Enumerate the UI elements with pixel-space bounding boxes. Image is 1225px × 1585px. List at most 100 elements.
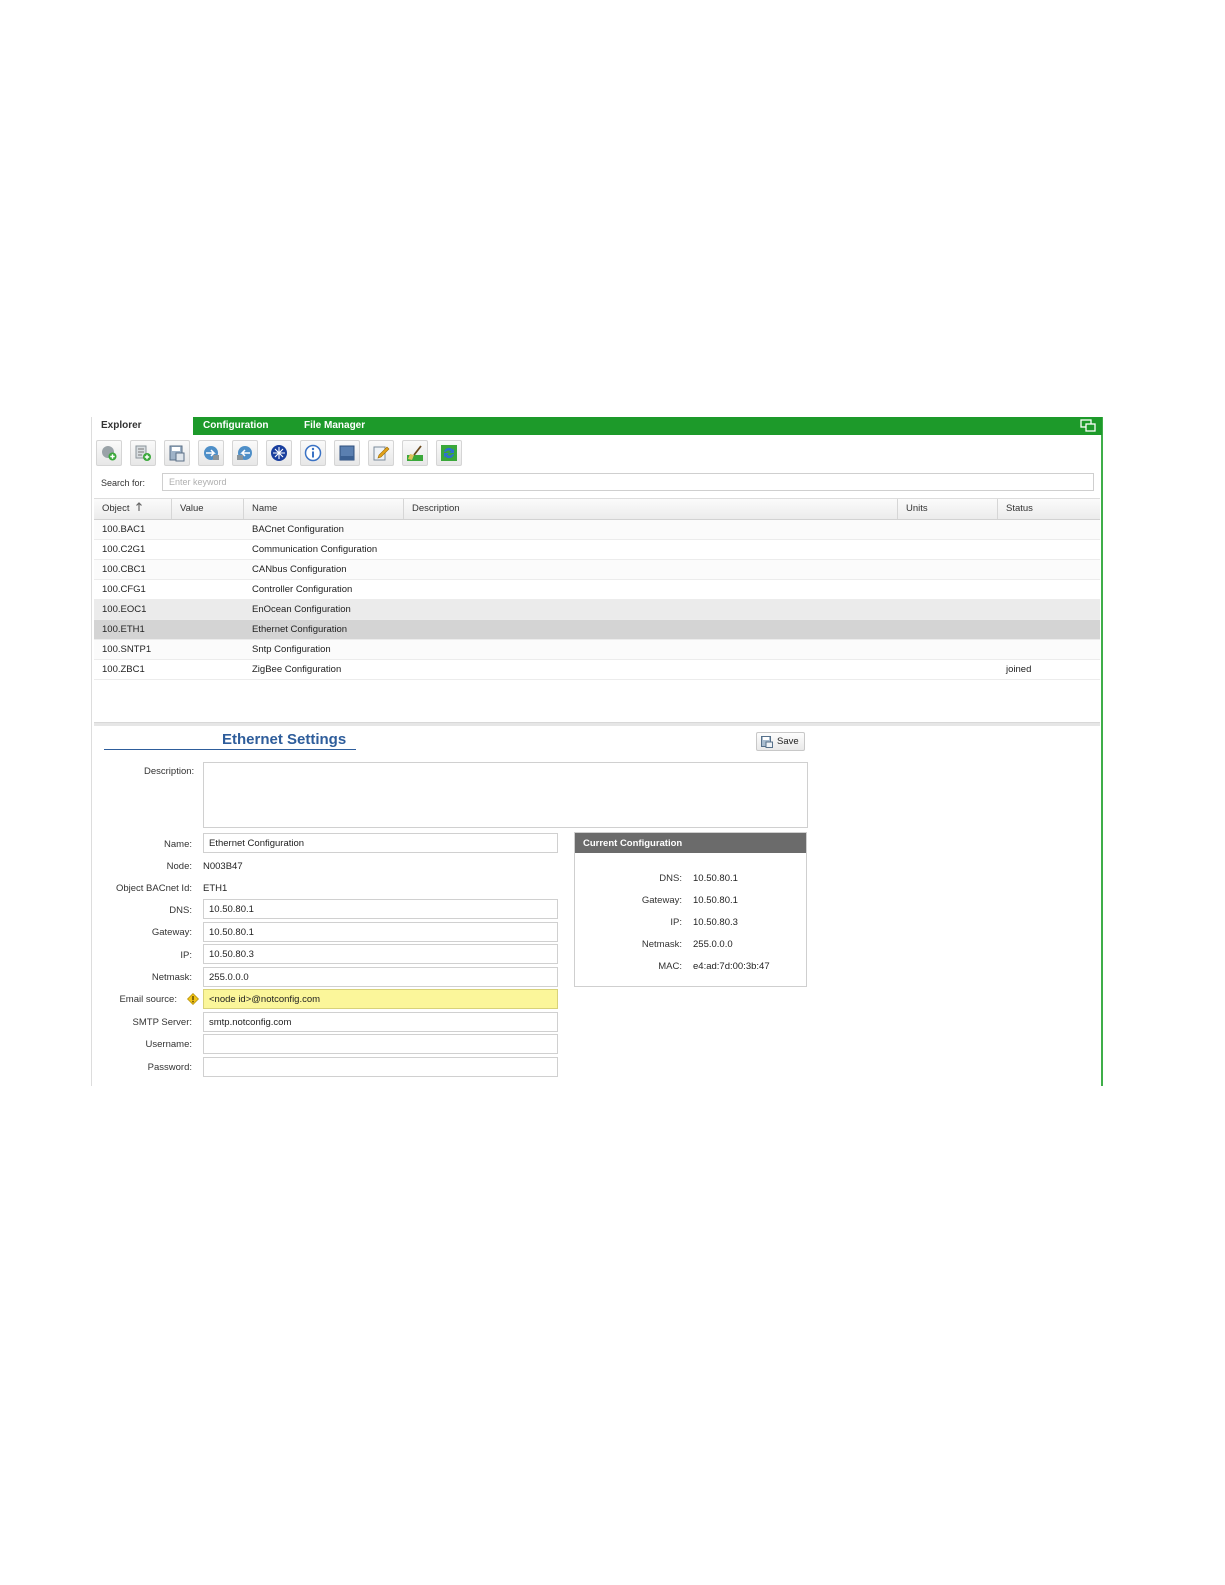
cell-value — [172, 560, 244, 579]
current-ip-value: 10.50.80.3 — [693, 917, 738, 928]
current-netmask-value: 255.0.0.0 — [693, 939, 733, 950]
cell-description — [404, 620, 898, 639]
gateway-field[interactable] — [203, 922, 558, 942]
save-button[interactable]: Save — [756, 732, 805, 751]
cell-description — [404, 560, 898, 579]
cell-name: Sntp Configuration — [252, 644, 331, 655]
clean-button[interactable] — [402, 440, 428, 466]
column-header-status[interactable]: Status — [998, 499, 1100, 519]
grid-header: Object Value Name Description Units Stat… — [94, 498, 1100, 520]
cell-value — [172, 580, 244, 599]
cell-description — [404, 660, 898, 679]
refresh-button[interactable] — [436, 440, 462, 466]
username-field[interactable] — [203, 1034, 558, 1054]
tab-configuration[interactable]: Configuration — [203, 417, 269, 435]
cell-description — [404, 640, 898, 659]
gateway-label: Gateway: — [151, 927, 192, 938]
clean-icon — [407, 445, 423, 461]
dns-label: DNS: — [169, 905, 192, 916]
cell-name: Controller Configuration — [252, 584, 353, 595]
table-row[interactable]: 100.CFG1 Controller Configuration — [94, 580, 1100, 600]
network-icon — [271, 445, 287, 461]
download-button[interactable] — [198, 440, 224, 466]
object-grid: Object Value Name Description Units Stat… — [94, 498, 1100, 680]
title-underline — [104, 749, 356, 750]
panel-button[interactable] — [334, 440, 360, 466]
add-list-button[interactable] — [130, 440, 156, 466]
add-object-button[interactable] — [96, 440, 122, 466]
description-field[interactable] — [203, 762, 808, 828]
current-dns-value: 10.50.80.1 — [693, 873, 738, 884]
current-gateway-label: Gateway: — [641, 895, 682, 906]
column-header-object[interactable]: Object — [94, 499, 172, 519]
current-mac-label: MAC: — [658, 961, 682, 972]
cell-units — [898, 620, 998, 639]
table-row[interactable]: 100.EOC1 EnOcean Configuration — [94, 600, 1100, 620]
current-config-title: Current Configuration — [575, 833, 806, 853]
warning-icon[interactable] — [187, 993, 199, 1005]
cell-status — [998, 520, 1100, 539]
table-row-selected[interactable]: 100.ETH1 Ethernet Configuration — [94, 620, 1100, 640]
node-value: N003B47 — [203, 861, 243, 872]
cell-name: Communication Configuration — [252, 544, 378, 555]
current-gateway-value: 10.50.80.1 — [693, 895, 738, 906]
cell-object: 100.EOC1 — [102, 604, 147, 615]
table-row[interactable]: 100.CBC1 CANbus Configuration — [94, 560, 1100, 580]
node-label: Node: — [166, 861, 192, 872]
current-netmask-label: Netmask: — [641, 939, 682, 950]
save-disk-button[interactable] — [164, 440, 190, 466]
cell-object: 100.CFG1 — [102, 584, 146, 595]
dns-field[interactable] — [203, 899, 558, 919]
settings-title: Ethernet Settings — [222, 731, 347, 748]
column-header-description[interactable]: Description — [404, 499, 898, 519]
name-field[interactable] — [203, 833, 558, 853]
table-row[interactable]: 100.C2G1 Communication Configuration — [94, 540, 1100, 560]
search-label: Search for: — [101, 478, 146, 488]
grid-body: 100.BAC1 BACnet Configuration 100.C2G1 C… — [94, 520, 1100, 680]
smtp-server-field[interactable] — [203, 1012, 558, 1032]
cell-status — [998, 540, 1100, 559]
table-row[interactable]: 100.BAC1 BACnet Configuration — [94, 520, 1100, 540]
info-button[interactable] — [300, 440, 326, 466]
password-field[interactable] — [203, 1057, 558, 1077]
cell-name: ZigBee Configuration — [252, 664, 342, 675]
column-header-value[interactable]: Value — [172, 499, 244, 519]
upload-button[interactable] — [232, 440, 258, 466]
cell-units — [898, 540, 998, 559]
edit-button[interactable] — [368, 440, 394, 466]
email-source-field[interactable] — [203, 989, 558, 1009]
netmask-label: Netmask: — [151, 972, 192, 983]
window-toggle-icon[interactable] — [1080, 419, 1096, 432]
current-dns-label: DNS: — [659, 873, 682, 884]
password-label: Password: — [147, 1062, 192, 1073]
search-input[interactable] — [162, 473, 1094, 491]
cell-status — [998, 640, 1100, 659]
current-config-panel: Current Configuration DNS: 10.50.80.1 Ga… — [574, 832, 807, 987]
cell-object: 100.C2G1 — [102, 544, 146, 555]
cell-value — [172, 640, 244, 659]
ip-field[interactable] — [203, 944, 558, 964]
cell-value — [172, 660, 244, 679]
cell-object: 100.ZBC1 — [102, 664, 145, 675]
network-button[interactable] — [266, 440, 292, 466]
table-row[interactable]: 100.ZBC1 ZigBee Configuration joined — [94, 660, 1100, 680]
column-header-units[interactable]: Units — [898, 499, 998, 519]
tab-explorer[interactable]: Explorer — [92, 417, 193, 435]
tab-file-manager[interactable]: File Manager — [304, 417, 365, 435]
column-header-name[interactable]: Name — [244, 499, 404, 519]
edit-icon — [373, 446, 390, 461]
cell-object: 100.ETH1 — [102, 624, 145, 635]
current-mac-value: e4:ad:7d:00:3b:47 — [693, 961, 770, 972]
cell-description — [404, 540, 898, 559]
table-row[interactable]: 100.SNTP1 Sntp Configuration — [94, 640, 1100, 660]
panel-splitter[interactable] — [94, 722, 1100, 726]
cell-units — [898, 660, 998, 679]
username-label: Username: — [145, 1039, 192, 1050]
ip-label: IP: — [180, 950, 192, 961]
netmask-field[interactable] — [203, 967, 558, 987]
smtp-server-label: SMTP Server: — [132, 1017, 192, 1028]
cell-object: 100.SNTP1 — [102, 644, 152, 655]
bacnet-id-label: Object BACnet Id: — [115, 883, 192, 894]
description-label: Description: — [144, 766, 195, 777]
cell-name: EnOcean Configuration — [252, 604, 351, 615]
